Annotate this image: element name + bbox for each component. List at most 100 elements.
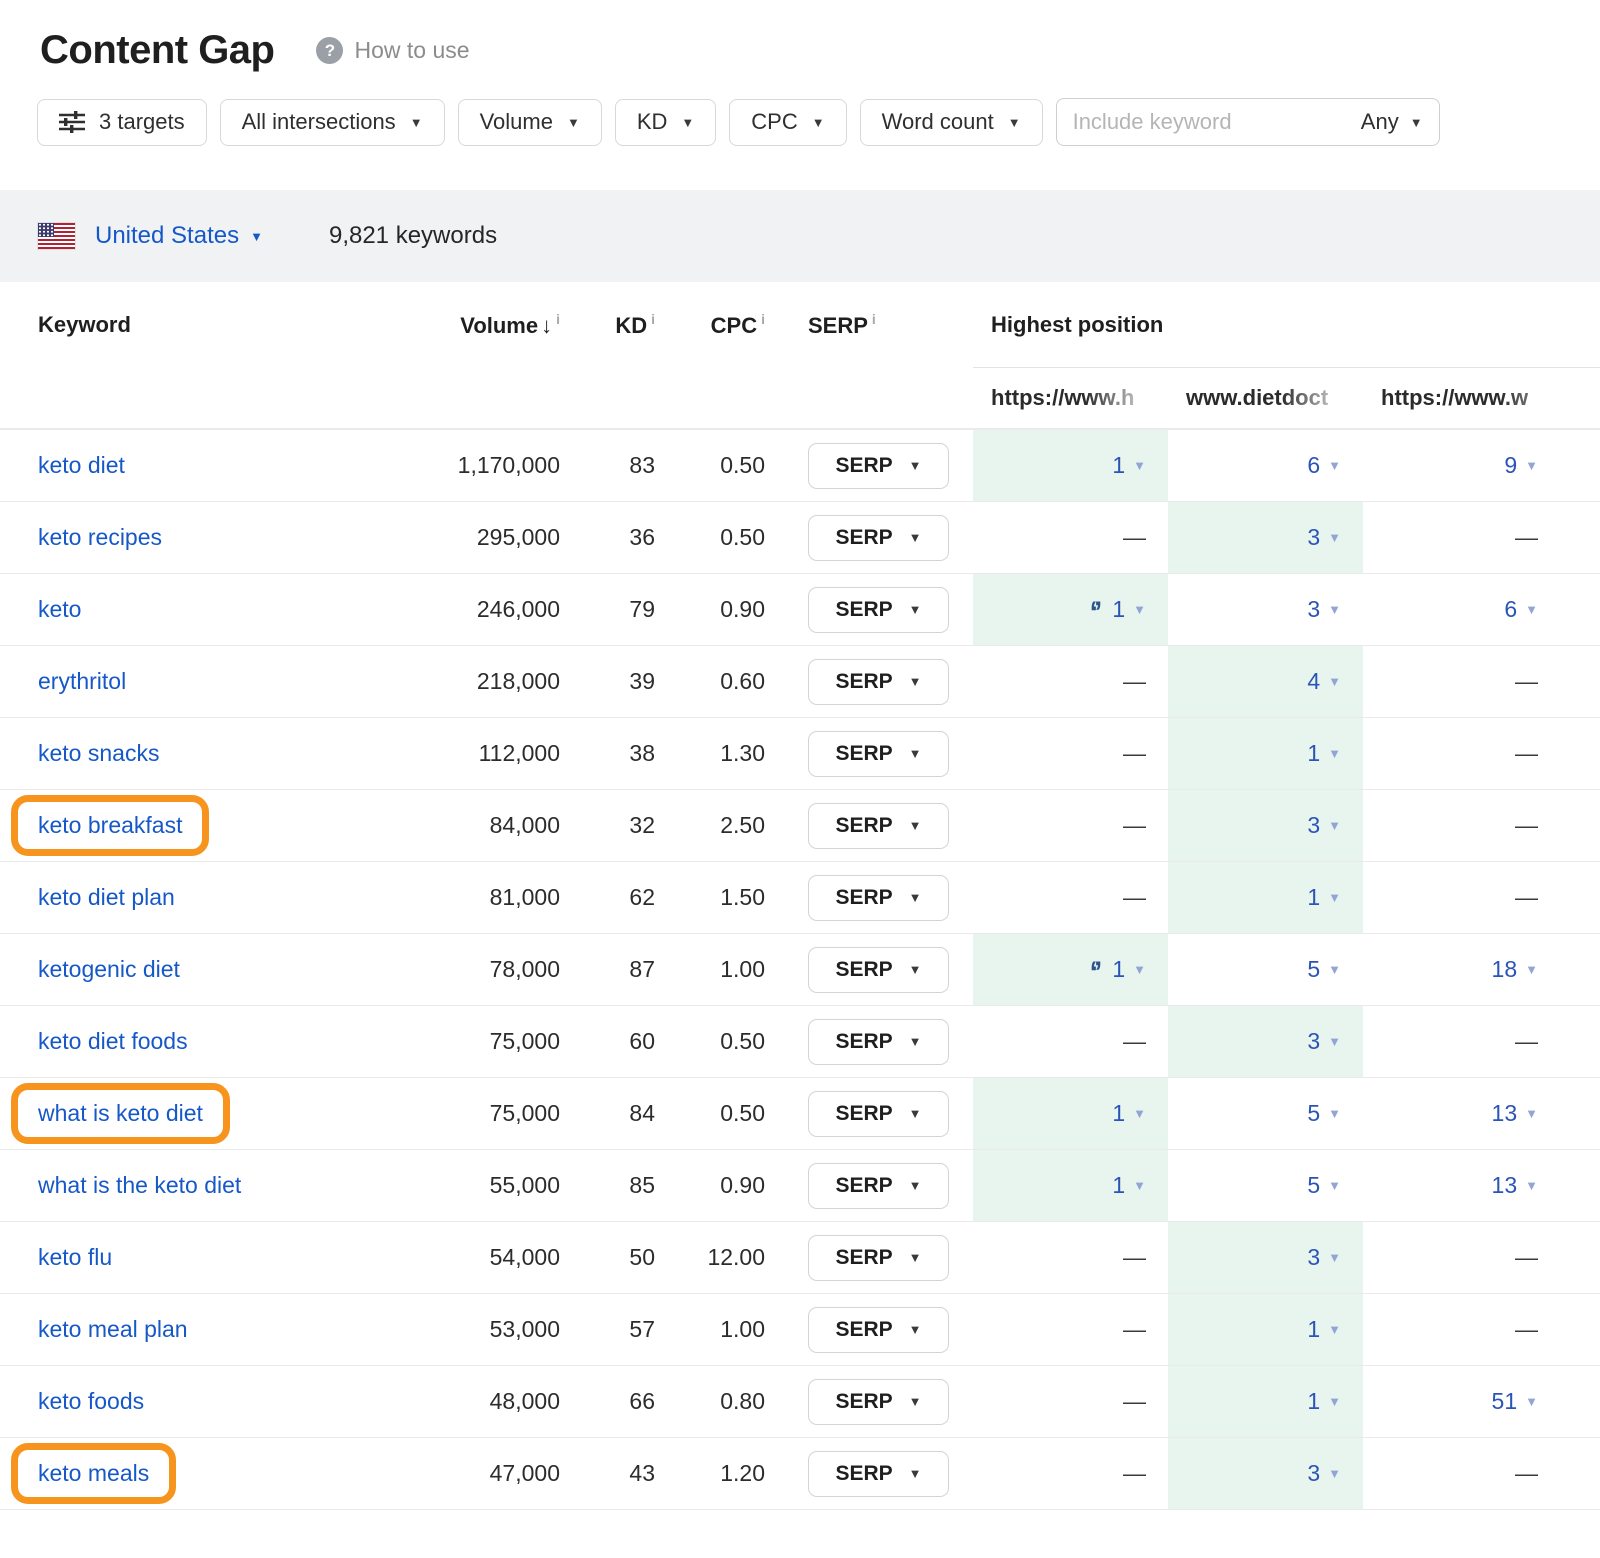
position-value[interactable]: 1 [1307, 1316, 1320, 1343]
position-value[interactable]: 18 [1492, 956, 1518, 983]
column-header-kd[interactable]: KDi [560, 311, 660, 339]
volume-cell: 75,000 [440, 1028, 560, 1055]
keyword-link[interactable]: keto flu [38, 1244, 112, 1271]
position-value[interactable]: 3 [1307, 1460, 1320, 1487]
keyword-highlight-box: ketogenic diet [38, 956, 180, 983]
serp-button[interactable]: SERP ▼ [808, 587, 949, 633]
position-cell-2: 1▼ [1168, 1366, 1363, 1437]
chevron-down-icon: ▼ [909, 1035, 922, 1048]
keyword-link[interactable]: keto recipes [38, 524, 162, 551]
position-value[interactable]: 5 [1307, 1100, 1320, 1127]
chevron-down-icon: ▼ [909, 1251, 922, 1264]
serp-button[interactable]: SERP ▼ [808, 515, 949, 561]
serp-button[interactable]: SERP ▼ [808, 1019, 949, 1065]
position-cell-2: 5▼ [1168, 1150, 1363, 1221]
filter-cpc[interactable]: CPC ▼ [729, 99, 846, 146]
keyword-highlight-box: erythritol [38, 668, 126, 695]
no-position: — [1123, 884, 1146, 911]
position-value[interactable]: 3 [1307, 524, 1320, 551]
position-value[interactable]: 6 [1307, 452, 1320, 479]
position-value[interactable]: 5 [1307, 956, 1320, 983]
serp-button[interactable]: SERP ▼ [808, 1307, 949, 1353]
keyword-link[interactable]: keto diet foods [38, 1028, 188, 1055]
keyword-link[interactable]: keto diet plan [38, 884, 175, 911]
position-value[interactable]: 1 [1112, 596, 1125, 623]
cpc-cell: 1.20 [660, 1460, 767, 1487]
table-row: what is the keto diet 55,000 85 0.90 SER… [0, 1149, 1600, 1221]
position-value[interactable]: 13 [1492, 1100, 1518, 1127]
keyword-link[interactable]: ketogenic diet [38, 956, 180, 983]
table-row: keto recipes 295,000 36 0.50 SERP ▼ — 3▼… [0, 501, 1600, 573]
position-value[interactable]: 9 [1504, 452, 1517, 479]
keyword-mode-select[interactable]: Any ▼ [1361, 109, 1423, 135]
how-to-use-link[interactable]: ? How to use [316, 37, 469, 64]
position-value[interactable]: 3 [1307, 812, 1320, 839]
serp-button[interactable]: SERP ▼ [808, 947, 949, 993]
keyword-link[interactable]: keto foods [38, 1388, 144, 1415]
filter-kd[interactable]: KD ▼ [615, 99, 716, 146]
sliders-icon [59, 110, 85, 134]
keyword-link[interactable]: keto breakfast [38, 812, 182, 839]
filter-volume[interactable]: Volume ▼ [458, 99, 602, 146]
position-value[interactable]: 13 [1492, 1172, 1518, 1199]
position-value[interactable]: 1 [1112, 1100, 1125, 1127]
column-header-serp[interactable]: SERPi [767, 311, 973, 339]
column-header-cpc[interactable]: CPCi [660, 311, 767, 339]
position-value[interactable]: 1 [1307, 884, 1320, 911]
position-cell-1: ‘’1▼ [973, 934, 1168, 1005]
filter-all-intersections[interactable]: All intersections ▼ [220, 99, 445, 146]
serp-button[interactable]: SERP ▼ [808, 1163, 949, 1209]
caret-down-icon: ▼ [1133, 459, 1146, 472]
serp-button[interactable]: SERP ▼ [808, 803, 949, 849]
position-value[interactable]: 3 [1307, 1028, 1320, 1055]
position-cell-2: 1▼ [1168, 862, 1363, 933]
serp-button[interactable]: SERP ▼ [808, 443, 949, 489]
position-value[interactable]: 1 [1307, 740, 1320, 767]
keyword-highlight-box: keto foods [38, 1388, 144, 1415]
serp-button[interactable]: SERP ▼ [808, 1379, 949, 1425]
position-cell-1: — [973, 1006, 1168, 1077]
serp-button[interactable]: SERP ▼ [808, 875, 949, 921]
position-value[interactable]: 5 [1307, 1172, 1320, 1199]
keyword-link[interactable]: what is keto diet [38, 1100, 203, 1127]
position-value[interactable]: 1 [1112, 452, 1125, 479]
page-title: Content Gap [40, 28, 274, 73]
keyword-link[interactable]: what is the keto diet [38, 1172, 241, 1199]
position-value[interactable]: 3 [1307, 596, 1320, 623]
serp-button[interactable]: SERP ▼ [808, 1091, 949, 1137]
keyword-link[interactable]: keto meals [38, 1460, 149, 1487]
chevron-down-icon: ▼ [909, 819, 922, 832]
position-value[interactable]: 1 [1112, 956, 1125, 983]
position-value[interactable]: 6 [1504, 596, 1517, 623]
column-header-keyword[interactable]: Keyword [0, 312, 440, 338]
position-value[interactable]: 51 [1492, 1388, 1518, 1415]
no-position: — [1515, 1460, 1538, 1487]
volume-cell: 1,170,000 [440, 452, 560, 479]
keyword-link[interactable]: keto [38, 596, 81, 623]
position-value[interactable]: 3 [1307, 1244, 1320, 1271]
cpc-cell: 0.90 [660, 596, 767, 623]
filter-word-count[interactable]: Word count ▼ [860, 99, 1043, 146]
no-position: — [1123, 1460, 1146, 1487]
keyword-link[interactable]: keto diet [38, 452, 125, 479]
serp-button[interactable]: SERP ▼ [808, 1451, 949, 1497]
caret-down-icon: ▼ [1525, 1107, 1538, 1120]
keyword-highlight-box: keto recipes [38, 524, 162, 551]
keyword-link[interactable]: erythritol [38, 668, 126, 695]
serp-button[interactable]: SERP ▼ [808, 659, 949, 705]
position-cell-3: — [1363, 862, 1600, 933]
table-row: what is keto diet 75,000 84 0.50 SERP ▼ … [0, 1077, 1600, 1149]
caret-down-icon: ▼ [1328, 1251, 1341, 1264]
country-selector[interactable]: United States ▼ [95, 222, 263, 250]
keyword-link[interactable]: keto snacks [38, 740, 159, 767]
serp-button[interactable]: SERP ▼ [808, 731, 949, 777]
position-value[interactable]: 1 [1307, 1388, 1320, 1415]
position-cell-3: 6▼ [1363, 574, 1600, 645]
serp-button[interactable]: SERP ▼ [808, 1235, 949, 1281]
column-header-volume[interactable]: Volume↓i [440, 311, 560, 339]
targets-button[interactable]: 3 targets [37, 99, 207, 146]
position-value[interactable]: 4 [1307, 668, 1320, 695]
include-keyword-input[interactable] [1073, 109, 1361, 135]
keyword-link[interactable]: keto meal plan [38, 1316, 188, 1343]
position-value[interactable]: 1 [1112, 1172, 1125, 1199]
